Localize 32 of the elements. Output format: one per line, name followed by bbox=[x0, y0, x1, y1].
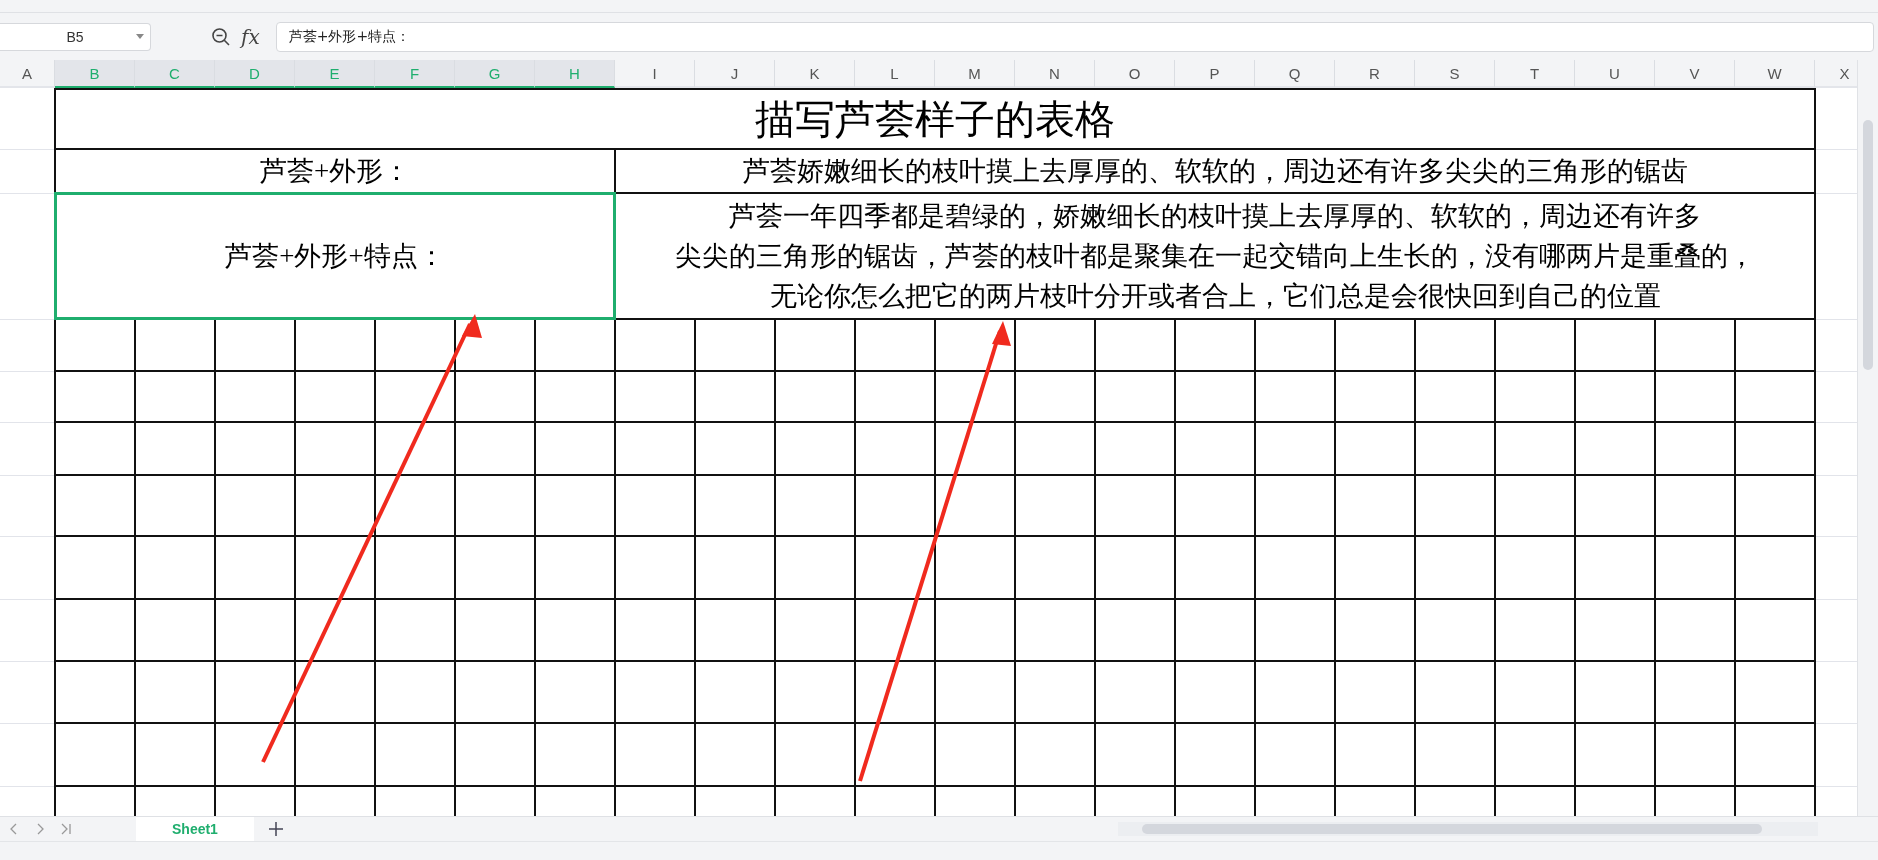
add-sheet-icon[interactable] bbox=[267, 821, 284, 837]
caret-icon bbox=[136, 33, 144, 39]
column-header[interactable]: R bbox=[1335, 60, 1415, 88]
column-header[interactable]: V bbox=[1655, 60, 1735, 88]
column-header[interactable]: U bbox=[1575, 60, 1655, 88]
column-header[interactable]: W bbox=[1735, 60, 1815, 88]
sheet-title: 描写芦荟样子的表格 bbox=[755, 96, 1115, 142]
cell-text: 尖尖的三角形的锯齿，芦荟的枝叶都是聚集在一起交错向上生长的，没有哪两片是重叠的， bbox=[675, 240, 1755, 273]
column-header[interactable]: L bbox=[855, 60, 935, 88]
column-header[interactable]: Q bbox=[1255, 60, 1335, 88]
column-header[interactable]: I bbox=[615, 60, 695, 88]
horizontal-scrollbar[interactable] bbox=[1118, 822, 1818, 836]
formula-field[interactable]: 芦荟+外形+特点： bbox=[275, 21, 1874, 52]
cell-text: 无论你怎么把它的两片枝叶分开或者合上，它们总是会很快回到自己的位置 bbox=[769, 280, 1661, 313]
column-header[interactable]: K bbox=[775, 60, 855, 88]
zoom-icon[interactable] bbox=[211, 26, 231, 47]
table-cell[interactable]: 芦荟+外形： bbox=[55, 149, 615, 193]
vertical-scrollbar[interactable] bbox=[1857, 60, 1878, 816]
column-header[interactable]: T bbox=[1495, 60, 1575, 88]
column-header[interactable]: M bbox=[935, 60, 1015, 88]
column-header[interactable]: N bbox=[1015, 60, 1095, 88]
cell-text: 芦荟娇嫩细长的枝叶摸上去厚厚的、软软的，周边还有许多尖尖的三角形的锯齿 bbox=[742, 155, 1688, 188]
cell-text: 芦荟一年四季都是碧绿的，娇嫩细长的枝叶摸上去厚厚的、软软的，周边还有许多 bbox=[729, 200, 1701, 233]
last-sheet-icon[interactable] bbox=[60, 822, 72, 836]
function-button[interactable]: fx bbox=[241, 24, 260, 49]
name-box[interactable]: B5 bbox=[0, 22, 151, 51]
column-header[interactable]: O bbox=[1095, 60, 1175, 88]
column-header[interactable]: S bbox=[1415, 60, 1495, 88]
column-header[interactable]: A bbox=[0, 60, 55, 88]
column-header[interactable]: J bbox=[695, 60, 775, 88]
table-cell[interactable]: 芦荟+外形+特点： bbox=[55, 193, 615, 319]
column-header[interactable]: P bbox=[1175, 60, 1255, 88]
